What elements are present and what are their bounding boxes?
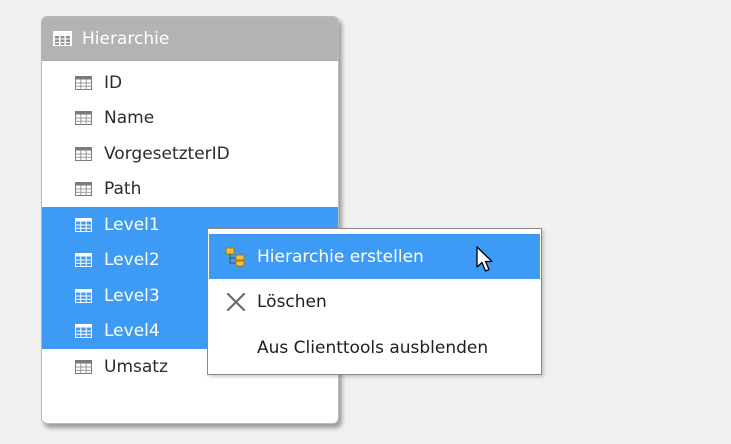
column-icon (75, 111, 92, 126)
column-label: ID (104, 72, 123, 93)
column-label: Level2 (104, 250, 160, 271)
hierarchy-icon (224, 246, 248, 268)
column-label: Level4 (104, 321, 160, 342)
menu-item-label: Aus Clienttools ausblenden (257, 337, 489, 358)
mouse-pointer-icon (476, 246, 496, 278)
column-icon (75, 75, 92, 90)
column-icon (75, 253, 92, 268)
column-icon (75, 182, 92, 197)
table-icon (53, 31, 72, 46)
table-header[interactable]: Hierarchie (42, 17, 338, 61)
menu-item-aus-clienttools-ausblenden[interactable]: Aus Clienttools ausblenden (209, 325, 540, 370)
column-row-id[interactable]: ID (42, 65, 338, 101)
delete-x-icon (224, 292, 248, 312)
menu-item-loeschen[interactable]: Löschen (209, 279, 540, 324)
column-label: Path (104, 179, 142, 200)
column-label: VorgesetzterID (104, 143, 230, 164)
column-row-path[interactable]: Path (42, 172, 338, 208)
column-row-vorgesetzterid[interactable]: VorgesetzterID (42, 136, 338, 172)
column-icon (75, 288, 92, 303)
column-icon (75, 146, 92, 161)
column-row-name[interactable]: Name (42, 101, 338, 137)
column-label: Level3 (104, 285, 160, 306)
menu-item-label: Hierarchie erstellen (257, 246, 424, 267)
table-title: Hierarchie (82, 28, 170, 49)
column-label: Name (104, 108, 155, 129)
column-label: Umsatz (104, 356, 168, 377)
column-icon (75, 359, 92, 374)
column-icon (75, 324, 92, 339)
menu-item-label: Löschen (257, 291, 327, 312)
column-icon (75, 217, 92, 232)
column-label: Level1 (104, 214, 160, 235)
